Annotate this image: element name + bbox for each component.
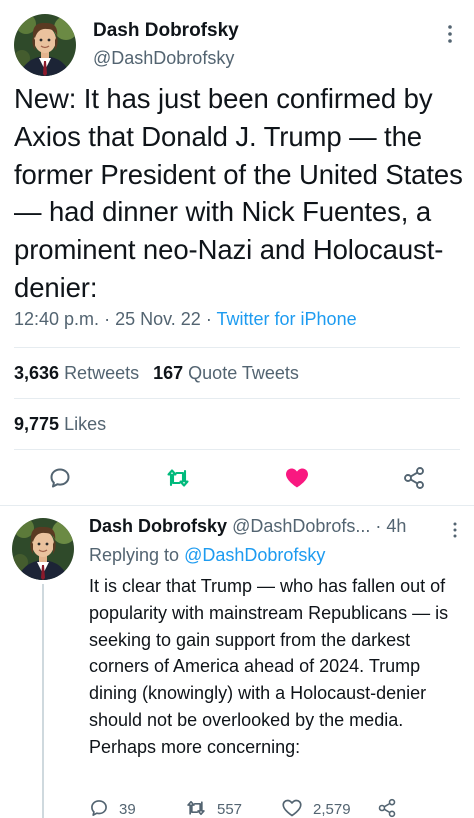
quote-tweets-stat[interactable]: 167 Quote Tweets [153, 363, 299, 383]
retweet-button[interactable]: 557 [185, 798, 242, 818]
tweet-time[interactable]: 12:40 p.m. [14, 309, 99, 329]
retweet-icon [187, 800, 205, 816]
tweet-meta: 12:40 p.m. · 25 Nov. 22 · Twitter for iP… [14, 309, 357, 330]
share-button[interactable] [377, 798, 407, 818]
author-name[interactable]: Dash Dobrofsky [93, 20, 239, 42]
reply-header: Dash Dobrofsky @DashDobrofs... · 4h [89, 516, 406, 537]
likes-label: Likes [64, 414, 107, 434]
author-handle[interactable]: @DashDobrofsky [93, 48, 234, 69]
replying-handle-link[interactable]: @DashDobrofsky [184, 545, 325, 565]
share-button[interactable] [402, 466, 426, 490]
tweet-date[interactable]: 25 Nov. 22 [115, 309, 201, 329]
avatar[interactable] [14, 14, 76, 76]
meta-separator: · [375, 516, 382, 536]
like-icon [282, 799, 302, 817]
reply-icon [50, 468, 70, 488]
reply-count: 39 [119, 801, 136, 818]
avatar-image [14, 14, 76, 76]
quote-label: Quote Tweets [188, 363, 299, 383]
like-button[interactable] [284, 466, 310, 490]
quote-count: 167 [153, 363, 184, 383]
replying-prefix: Replying to [89, 545, 180, 565]
tweet-source-link[interactable]: Twitter for iPhone [217, 309, 357, 329]
reply-button[interactable] [48, 466, 72, 490]
share-icon [378, 798, 396, 818]
reply-icon [91, 800, 107, 816]
divider [14, 398, 460, 399]
like-button[interactable]: 2,579 [281, 798, 351, 818]
like-icon [286, 468, 308, 488]
retweet-icon [167, 469, 189, 487]
tweet-text: It is clear that Trump — who has fallen … [89, 576, 449, 757]
reply-button[interactable]: 39 [89, 798, 136, 818]
divider [14, 347, 460, 348]
thread-line [42, 584, 44, 818]
like-count: 2,579 [313, 801, 351, 818]
retweet-stats: 3,636 Retweets 167 Quote Tweets [14, 363, 299, 384]
retweets-stat[interactable]: 3,636 Retweets [14, 363, 139, 383]
replying-to: Replying to @DashDobrofsky [89, 545, 325, 566]
meta-separator: · [104, 309, 111, 329]
divider [0, 505, 474, 506]
retweet-button[interactable] [165, 466, 191, 490]
tweet-text: New: It has just been confirmed by Axios… [14, 83, 463, 303]
more-icon[interactable] [448, 520, 462, 540]
more-icon[interactable] [440, 22, 460, 46]
author-handle[interactable]: @DashDobrofs... [232, 516, 370, 536]
avatar[interactable] [12, 518, 74, 580]
divider [14, 449, 460, 450]
retweets-count: 3,636 [14, 363, 60, 383]
author-name[interactable]: Dash Dobrofsky [89, 516, 227, 536]
likes-stat[interactable]: 9,775 Likes [14, 414, 106, 435]
share-icon [404, 467, 424, 489]
retweet-count: 557 [217, 801, 243, 818]
retweets-label: Retweets [64, 363, 140, 383]
avatar-image [12, 518, 74, 580]
likes-count: 9,775 [14, 414, 60, 434]
tweet-time[interactable]: 4h [386, 516, 406, 536]
meta-separator: · [205, 309, 212, 329]
